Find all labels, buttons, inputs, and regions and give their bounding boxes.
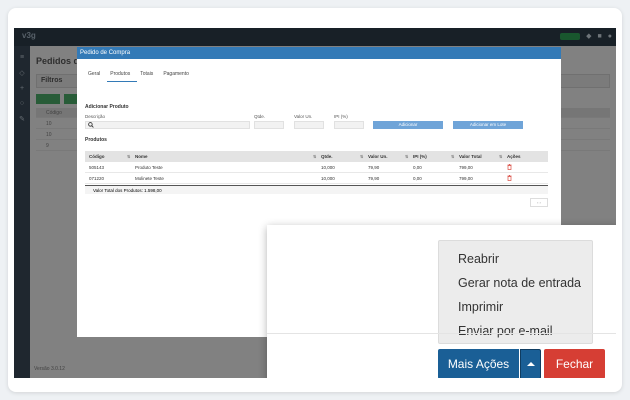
cell-qtde: 10,000 <box>321 165 335 170</box>
cell-qtde: 10,000 <box>321 176 335 181</box>
col-nome[interactable]: Nome <box>135 154 148 159</box>
col-valor-un[interactable]: Valor Un. <box>368 154 388 159</box>
sort-icon[interactable]: ⇅ <box>360 154 363 159</box>
modal-tabs: Geral Produtos Totais Pagamento <box>85 71 196 82</box>
screenshot-card: v3g ◆ ■ ● ≡ ◇ + ○ ✎ Pedidos de C Filtros… <box>8 8 622 392</box>
col-ipi[interactable]: IPI (%) <box>413 154 427 159</box>
products-table: Código ⇅ Nome ⇅ Qtde. ⇅ Valor Un. ⇅ IPI … <box>85 151 548 184</box>
col-acoes: Ações <box>507 154 521 159</box>
app-screenshot: v3g ◆ ■ ● ≡ ◇ + ○ ✎ Pedidos de C Filtros… <box>14 28 616 378</box>
caret-up-icon <box>527 362 535 366</box>
col-valor-total[interactable]: Valor Total <box>459 154 482 159</box>
descricao-label: Descrição <box>85 114 106 119</box>
cell-codigo: 505143 <box>89 165 105 170</box>
cell-valor-un: 79,90 <box>368 176 380 181</box>
footer-divider <box>267 333 616 334</box>
add-batch-button[interactable]: Adicionar em Lote <box>453 121 523 129</box>
table-row[interactable]: 505143 Produto Teste 10,000 79,90 0,00 7… <box>85 162 548 173</box>
products-table-header: Código ⇅ Nome ⇅ Qtde. ⇅ Valor Un. ⇅ IPI … <box>85 151 548 162</box>
valor-un-input[interactable] <box>294 121 324 129</box>
add-product-button[interactable]: Adicionar <box>373 121 443 129</box>
sort-icon[interactable]: ⇅ <box>499 154 502 159</box>
qtde-input[interactable] <box>254 121 284 129</box>
tab-totais[interactable]: Totais <box>137 71 160 82</box>
col-codigo[interactable]: Código <box>89 154 105 159</box>
cell-ipi: 0,00 <box>413 176 422 181</box>
qtde-label: Qtde. <box>254 114 266 119</box>
search-icon <box>88 122 94 128</box>
products-total: Valor Total dos Produtos: 1.598,00 <box>85 185 548 194</box>
sort-icon[interactable]: ⇅ <box>405 154 408 159</box>
ipi-input[interactable] <box>334 121 364 129</box>
more-actions-button[interactable]: Mais Ações <box>438 349 519 378</box>
table-row[interactable]: 071220 Molinete Teste 10,000 79,90 0,00 … <box>85 173 548 184</box>
cell-valor-total: 799,00 <box>459 165 473 170</box>
cell-nome: Produto Teste <box>135 165 163 170</box>
menu-item-enviar-email[interactable]: Enviar por e-mail <box>458 324 552 338</box>
tab-produtos[interactable]: Produtos <box>107 71 138 82</box>
cell-codigo: 071220 <box>89 176 105 181</box>
menu-item-gerar-nota[interactable]: Gerar nota de entrada <box>458 276 581 290</box>
modal-title: Pedido de Compra <box>77 47 561 59</box>
menu-item-imprimir[interactable]: Imprimir <box>458 300 503 314</box>
cell-nome: Molinete Teste <box>135 176 164 181</box>
actions-zoom-panel: Reabrir Gerar nota de entrada Imprimir E… <box>267 225 616 378</box>
more-actions-menu: Reabrir Gerar nota de entrada Imprimir E… <box>438 240 593 344</box>
pagination[interactable]: ‹ › <box>530 198 548 207</box>
sort-icon[interactable]: ⇅ <box>313 154 316 159</box>
trash-icon[interactable] <box>507 175 512 181</box>
ipi-label: IPI (%) <box>334 114 348 119</box>
sort-icon[interactable]: ⇅ <box>127 154 130 159</box>
cell-valor-total: 799,00 <box>459 176 473 181</box>
descricao-input[interactable] <box>85 121 250 129</box>
col-qtde[interactable]: Qtde. <box>321 154 333 159</box>
more-actions-toggle[interactable] <box>520 349 541 378</box>
valor-un-label: Valor Un. <box>294 114 313 119</box>
cell-valor-un: 79,90 <box>368 165 380 170</box>
cell-ipi: 0,00 <box>413 165 422 170</box>
products-heading: Produtos <box>85 137 107 143</box>
menu-item-reabrir[interactable]: Reabrir <box>458 252 499 266</box>
close-button[interactable]: Fechar <box>544 349 605 378</box>
trash-icon[interactable] <box>507 164 512 170</box>
tab-pagamento[interactable]: Pagamento <box>160 71 196 82</box>
add-product-heading: Adicionar Produto <box>85 104 129 110</box>
tab-geral[interactable]: Geral <box>85 71 107 82</box>
sort-icon[interactable]: ⇅ <box>451 154 454 159</box>
